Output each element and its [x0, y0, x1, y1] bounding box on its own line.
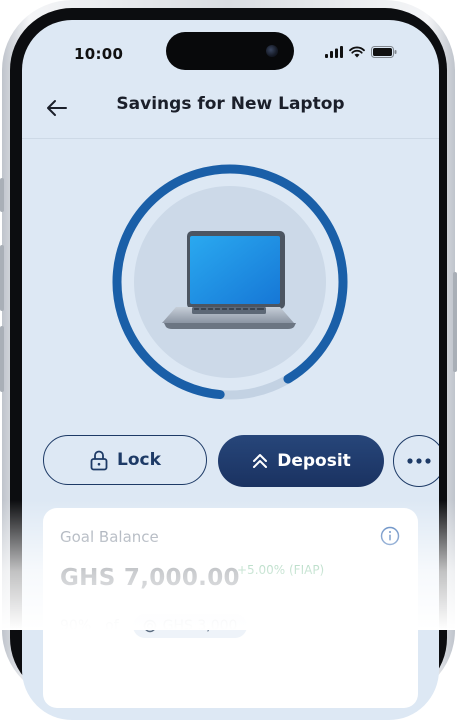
signal-icon	[325, 46, 343, 58]
double-chevron-up-icon	[253, 454, 268, 468]
target-amount-chip: GHS 3,000	[132, 614, 248, 638]
target-amount: GHS 3,000	[162, 618, 238, 634]
top-bar: Savings for New Laptop	[22, 82, 439, 139]
goal-actions: Lock Deposit	[43, 435, 439, 489]
screen: 10:00 Savings for New Laptop Lock Deposi…	[22, 20, 439, 720]
dynamic-island	[166, 32, 294, 70]
side-button	[0, 245, 4, 311]
goal-progress-ring	[110, 162, 350, 402]
goal-balance-amount: GHS 7,000.00	[60, 565, 240, 591]
lock-button[interactable]: Lock	[43, 435, 207, 485]
page-title: Savings for New Laptop	[116, 94, 345, 114]
goal-progress-summary: 90% of GHS 3,000	[60, 614, 248, 638]
phone-bezel: 10:00 Savings for New Laptop Lock Deposi…	[10, 8, 447, 720]
goal-balance-card: Goal Balance GHS 7,000.00 +5.00% (FIAP) …	[43, 508, 418, 708]
target-icon	[143, 619, 156, 633]
side-button	[453, 272, 457, 372]
lock-icon	[90, 450, 108, 471]
status-icons	[325, 46, 397, 58]
more-options-button[interactable]	[393, 435, 439, 487]
lock-button-label: Lock	[117, 450, 161, 470]
deposit-button-label: Deposit	[277, 451, 351, 471]
camera-icon	[266, 45, 278, 57]
phone-frame: 10:00 Savings for New Laptop Lock Deposi…	[0, 0, 457, 720]
info-icon[interactable]	[380, 526, 400, 546]
goal-balance-label: Goal Balance	[60, 528, 159, 546]
balance-change: +5.00% (FIAP)	[237, 563, 325, 577]
deposit-button[interactable]: Deposit	[218, 435, 384, 487]
progress-percent: 90%	[60, 618, 92, 634]
of-text: of	[105, 618, 119, 634]
side-button	[0, 178, 4, 212]
wifi-icon	[349, 46, 365, 58]
more-horizontal-icon	[407, 458, 431, 464]
laptop-icon	[162, 231, 296, 329]
side-button	[0, 326, 4, 392]
status-time: 10:00	[74, 45, 124, 63]
battery-icon	[371, 46, 397, 58]
